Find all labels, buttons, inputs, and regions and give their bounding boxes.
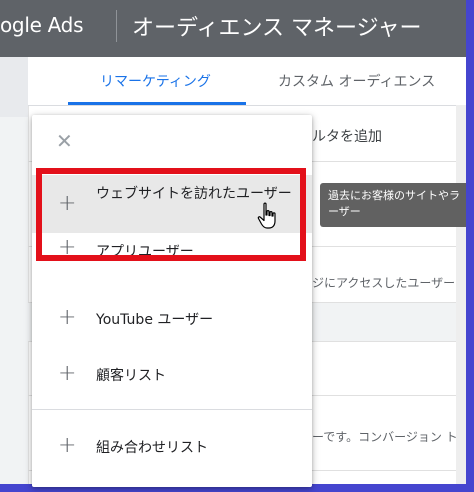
plus-icon: + — [58, 305, 77, 330]
page-title: オーディエンス マネージャー — [132, 16, 422, 41]
scrollbar[interactable] — [456, 105, 466, 484]
google-ads-logo: ogle Ads — [0, 13, 84, 37]
add-filter-link[interactable]: ルタを追加 — [312, 126, 382, 146]
hand-cursor-icon — [257, 202, 276, 229]
plus-icon: + — [58, 433, 77, 458]
tab-bar: リマーケティング カスタム オーディエンス — [28, 57, 466, 106]
menu-item-label: YouTube ユーザー — [96, 312, 214, 328]
sidebar-selected-item[interactable] — [0, 57, 28, 117]
tab-custom-audience[interactable]: カスタム オーディエンス — [278, 71, 435, 91]
menu-item-customer-list[interactable]: + 顧客リスト — [32, 357, 312, 393]
menu-item-label: 顧客リスト — [96, 368, 166, 384]
tooltip: 過去にお客様のサイトやラ ーザー — [320, 183, 466, 227]
list-description: ジにアクセスしたユーザー — [312, 276, 456, 290]
active-tab-indicator — [68, 102, 246, 105]
tooltip-line: ーザー — [328, 205, 361, 218]
list-description: ーです。コンバージョン トラ — [312, 430, 466, 444]
tooltip-line: 過去にお客様のサイトやラ — [328, 189, 460, 202]
sidebar — [0, 57, 29, 484]
menu-item-label: 組み合わせリスト — [96, 440, 208, 456]
header-bar: ogle Ads オーディエンス マネージャー — [0, 0, 466, 57]
menu-item-combined-list[interactable]: + 組み合わせリスト — [32, 429, 312, 465]
menu-divider — [32, 409, 312, 410]
menu-item-youtube-users[interactable]: + YouTube ユーザー — [32, 301, 312, 337]
plus-icon: + — [58, 361, 77, 386]
tab-remarketing[interactable]: リマーケティング — [100, 71, 211, 91]
close-icon[interactable]: ✕ — [56, 131, 73, 151]
header-divider — [116, 10, 117, 42]
